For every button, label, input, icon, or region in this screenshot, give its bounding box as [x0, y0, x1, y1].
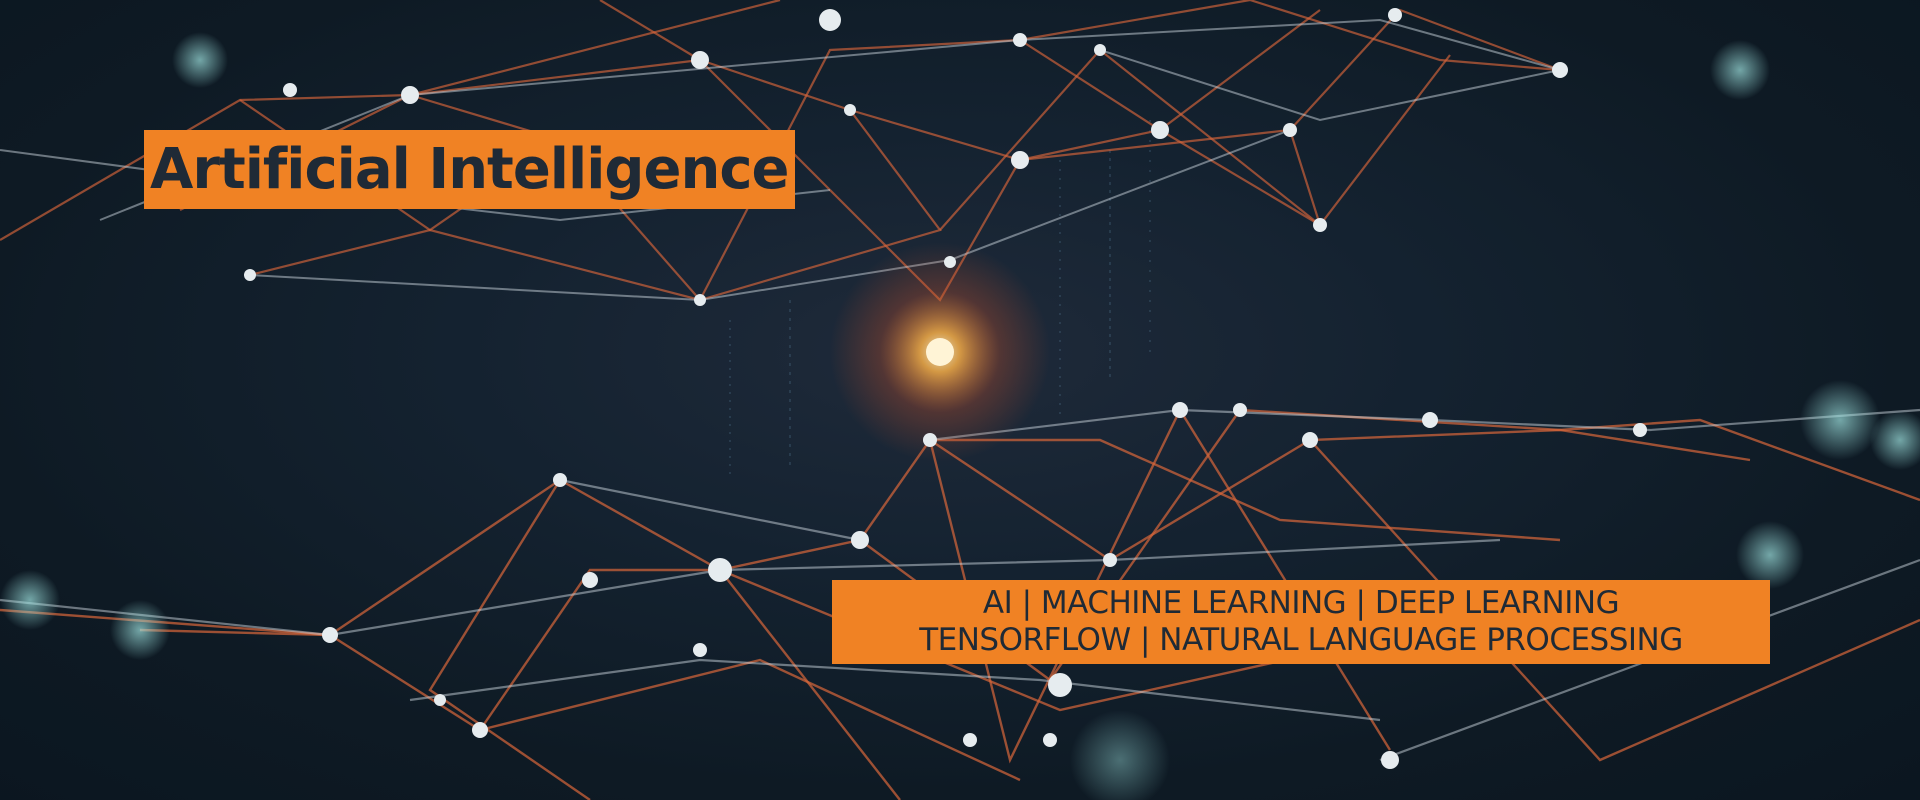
- title-badge: Artificial Intelligence: [144, 130, 795, 209]
- tagline-line-2: TENSORFLOW | NATURAL LANGUAGE PROCESSING: [919, 622, 1683, 658]
- tagline-badge: AI | MACHINE LEARNING | DEEP LEARNING TE…: [832, 580, 1770, 664]
- tagline-line-1: AI | MACHINE LEARNING | DEEP LEARNING: [982, 585, 1620, 621]
- hero-banner: Artificial Intelligence AI | MACHINE LEA…: [0, 0, 1920, 800]
- network-nodes-image: [0, 0, 1920, 800]
- page-title: Artificial Intelligence: [150, 136, 789, 202]
